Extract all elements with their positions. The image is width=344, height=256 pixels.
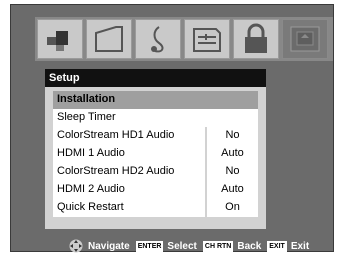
setup-tv-icon bbox=[290, 26, 320, 52]
menu-item-value[interactable]: No bbox=[205, 163, 258, 181]
chrtn-key-badge: CH RTN bbox=[202, 240, 234, 252]
menu-item-hdmi-1-audio[interactable]: HDMI 1 Audio Auto bbox=[53, 145, 258, 163]
menu-item-value[interactable]: No bbox=[205, 127, 258, 145]
setup-menu-panel: Setup Installation Sleep Timer ColorStream… bbox=[45, 69, 266, 229]
menu-item-sleep-timer[interactable]: Sleep Timer bbox=[53, 109, 258, 127]
tab-setup[interactable] bbox=[282, 19, 328, 59]
menu-tab-bar bbox=[35, 17, 333, 61]
tab-locks[interactable] bbox=[233, 19, 279, 59]
menu-item-quick-restart[interactable]: Quick Restart On bbox=[53, 199, 258, 217]
tab-screen-size[interactable] bbox=[86, 19, 132, 59]
preferences-icon bbox=[193, 28, 221, 52]
back-label: Back bbox=[237, 240, 262, 252]
menu-item-value[interactable]: Auto bbox=[205, 145, 258, 163]
tab-picture[interactable] bbox=[37, 19, 83, 59]
menu-item-colorstream-hd2-audio[interactable]: ColorStream HD2 Audio No bbox=[53, 163, 258, 181]
navigate-label: Navigate bbox=[88, 240, 130, 252]
audio-music-icon bbox=[151, 26, 164, 53]
tab-audio[interactable] bbox=[135, 19, 181, 59]
menu-item-label: Installation bbox=[53, 91, 258, 109]
tv-osd-screen: Setup Installation Sleep Timer ColorStream… bbox=[10, 4, 334, 253]
menu-item-installation[interactable]: Installation bbox=[53, 91, 258, 109]
screen-size-icon bbox=[95, 26, 123, 52]
menu-item-hdmi-2-audio[interactable]: HDMI 2 Audio Auto bbox=[53, 181, 258, 199]
menu-item-label: HDMI 2 Audio bbox=[53, 181, 205, 199]
tab-preferences[interactable] bbox=[184, 19, 230, 59]
menu-items-list: Installation Sleep Timer ColorStream HD1 A… bbox=[53, 91, 258, 217]
picture-settings-icon bbox=[47, 31, 68, 51]
lock-icon bbox=[245, 23, 267, 53]
menu-item-value[interactable]: Auto bbox=[205, 181, 258, 199]
exit-label: Exit bbox=[290, 240, 310, 252]
menu-item-label: ColorStream HD1 Audio bbox=[53, 127, 205, 145]
footer-help-bar: Navigate ENTER Select CH RTN Back EXIT E… bbox=[45, 237, 344, 255]
navigate-arrows-icon bbox=[69, 239, 83, 253]
exit-key-badge: EXIT bbox=[267, 240, 287, 252]
menu-item-label: ColorStream HD2 Audio bbox=[53, 163, 205, 181]
menu-item-colorstream-hd1-audio[interactable]: ColorStream HD1 Audio No bbox=[53, 127, 258, 145]
select-label: Select bbox=[167, 240, 197, 252]
enter-key-badge: ENTER bbox=[135, 240, 164, 252]
menu-item-label: HDMI 1 Audio bbox=[53, 145, 205, 163]
menu-item-label: Sleep Timer bbox=[53, 109, 258, 127]
menu-item-label: Quick Restart bbox=[53, 199, 205, 217]
menu-title: Setup bbox=[45, 69, 266, 87]
menu-item-value[interactable]: On bbox=[205, 199, 258, 217]
